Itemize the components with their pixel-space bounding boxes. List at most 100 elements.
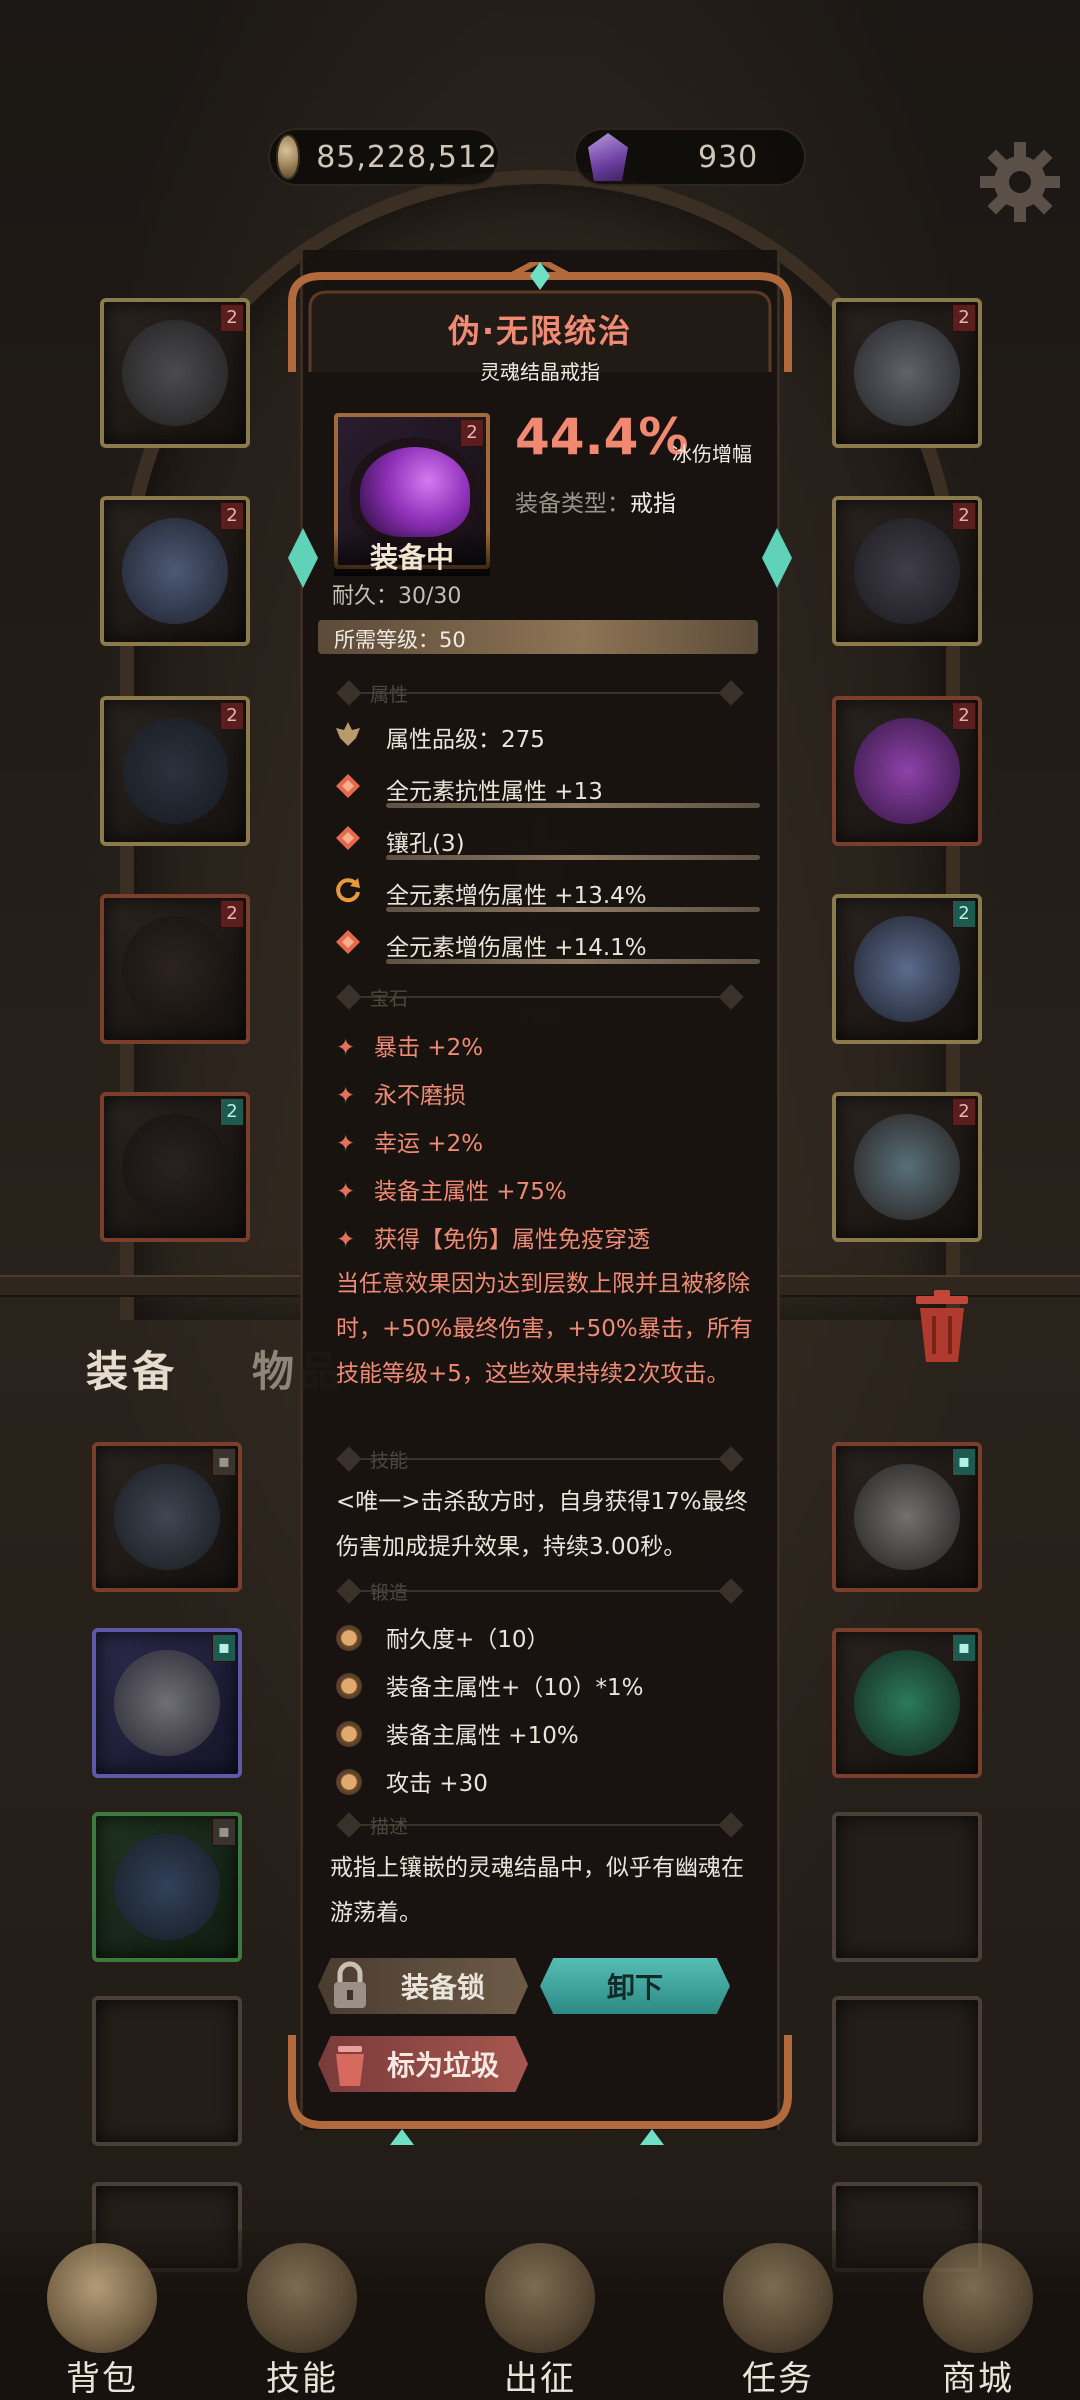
forge-dot-icon: [336, 1721, 362, 1747]
sparkle-icon: ✦: [336, 1035, 356, 1061]
skull-pendant-icon: [854, 320, 960, 426]
gem-effect: ✦ 装备主属性 +75%: [336, 1179, 567, 1205]
bone-belt-icon: [854, 518, 960, 624]
orange-diamond-icon: [336, 930, 360, 954]
equip-slot-armor[interactable]: 2: [100, 496, 250, 646]
gear-icon[interactable]: [978, 140, 1062, 224]
inventory-slot[interactable]: [832, 1812, 982, 1962]
equip-slot-pants[interactable]: 2: [100, 894, 250, 1044]
gem-counter: 930: [574, 128, 806, 186]
section-header-gems: 宝石: [330, 984, 750, 1010]
item-description: 戒指上镶嵌的灵魂结晶中，似乎有幽魂在游荡着。: [330, 1855, 744, 1926]
forge-bonus: 攻击 +30: [336, 1764, 488, 1798]
level-badge: 2: [220, 304, 244, 332]
trash-icon[interactable]: [912, 1290, 972, 1364]
level-badge: 2: [952, 1098, 976, 1126]
battle-sword-icon: [485, 2243, 595, 2353]
unequip-button[interactable]: 卸下: [540, 1958, 730, 2014]
bottom-nav: 背包 技能 出征 任务 商城: [0, 2230, 1080, 2400]
gauntlet-icon: [854, 1464, 960, 1570]
durability: 耐久：30/30: [332, 584, 462, 609]
nav-battle[interactable]: 出征: [460, 2243, 620, 2400]
top-bar: 85,228,512 930: [0, 128, 1080, 188]
gem-amount: 930: [698, 139, 759, 175]
inventory-slot[interactable]: [92, 1996, 242, 2146]
sparkle-icon: ✦: [336, 1179, 356, 1205]
forge-dot-icon: [336, 1673, 362, 1699]
orange-diamond-icon: [336, 826, 360, 850]
skill-book-icon: [247, 2243, 357, 2353]
item-type: 装备类型：戒指: [515, 484, 676, 518]
level-badge: 2: [220, 702, 244, 730]
level-badge: 2: [952, 702, 976, 730]
tab-equipment[interactable]: 装备: [86, 1338, 178, 1399]
sparkle-icon: ✦: [336, 1083, 356, 1109]
gem-set-effect: 当任意效果因为达到层数上限并且被移除时，+50%最终伤害，+50%暴击，所有技能…: [336, 1271, 753, 1387]
shop-crown-icon: [923, 2243, 1033, 2353]
level-badge: 2: [220, 900, 244, 928]
attribute-row: 全元素增伤属性 +13.4%: [330, 872, 760, 912]
nav-label: 背包: [66, 2359, 138, 2399]
section-header-attributes: 属性: [330, 680, 750, 706]
equip-slot-helmet[interactable]: 2: [100, 298, 250, 448]
lock-icon: ▪: [212, 1818, 236, 1846]
equip-slot-gloves[interactable]: 2: [100, 1092, 250, 1242]
forge-dot-icon: [336, 1625, 362, 1651]
nav-label: 出征: [504, 2359, 576, 2399]
skill-text: <唯一>击杀敌方时，自身获得17%最终伤害加成提升效果，持续3.00秒。: [336, 1489, 748, 1560]
lock-icon: ▪: [952, 1448, 976, 1476]
sparkle-icon: ✦: [336, 1131, 356, 1157]
inventory-slot[interactable]: ▪: [92, 1628, 242, 1778]
equip-slot-necklace[interactable]: 2: [832, 298, 982, 448]
purple-gem-icon: [588, 133, 628, 181]
attribute-row: 全元素抗性属性 +13: [330, 768, 760, 808]
tome-icon: [854, 1114, 960, 1220]
inventory-slot[interactable]: ▪: [832, 1442, 982, 1592]
coin-icon: [276, 134, 301, 180]
level-badge: 2: [220, 502, 244, 530]
attribute-row: 镶孔(3): [330, 820, 760, 860]
ice-blade-icon: [854, 916, 960, 1022]
item-name: 伪·无限统治: [447, 312, 633, 350]
gold-counter: 85,228,512: [268, 128, 500, 186]
crystal-ornament-icon: [762, 528, 792, 588]
orange-diamond-icon: [336, 774, 360, 798]
main-stat-name: 冰伤增幅: [672, 442, 752, 466]
crystal-ornament-icon: [288, 528, 318, 588]
lock-icon: ▪: [212, 1634, 236, 1662]
soul-ring-icon: [854, 718, 960, 824]
nav-shop[interactable]: 商城: [898, 2243, 1058, 2400]
inventory-slot[interactable]: [832, 1996, 982, 2146]
inventory-slot[interactable]: ▪: [92, 1812, 242, 1962]
boots-icon: [114, 1834, 220, 1940]
section-header-skill: 技能: [330, 1446, 750, 1472]
equipment-lock-button[interactable]: 装备锁: [318, 1958, 528, 2014]
equip-slot-ring[interactable]: 2: [832, 696, 982, 846]
equip-slot-belt[interactable]: 2: [832, 496, 982, 646]
nav-label: 商城: [942, 2359, 1014, 2399]
level-badge: 2: [460, 419, 484, 447]
quest-scroll-icon: [723, 2243, 833, 2353]
level-badge: 2: [220, 1098, 244, 1126]
backpack-icon: [47, 2243, 157, 2353]
lock-icon: [334, 1961, 366, 2008]
item-type-value: 戒指: [630, 491, 676, 517]
item-subtitle: 灵魂结晶戒指: [480, 360, 600, 384]
item-type-label: 装备类型：: [515, 491, 630, 517]
nav-quests[interactable]: 任务: [698, 2243, 858, 2400]
nav-skills[interactable]: 技能: [222, 2243, 382, 2400]
main-stat-value: 44.4%: [515, 408, 689, 466]
gem-effect: ✦ 获得【免伤】属性免疫穿透: [336, 1227, 650, 1253]
equip-slot-offhand[interactable]: 2: [100, 696, 250, 846]
amulet-icon: [854, 1650, 960, 1756]
popup-ornate-footer: [288, 2035, 792, 2145]
inventory-slot[interactable]: ▪: [92, 1442, 242, 1592]
equip-slot-weapon[interactable]: 2: [832, 894, 982, 1044]
equip-slot-tome[interactable]: 2: [832, 1092, 982, 1242]
level-badge: 2: [952, 502, 976, 530]
level-badge: 2: [952, 304, 976, 332]
forge-bonus: 装备主属性+（10）*1%: [336, 1668, 644, 1702]
pants-icon: [122, 916, 228, 1022]
nav-backpack[interactable]: 背包: [22, 2243, 182, 2400]
inventory-slot[interactable]: ▪: [832, 1628, 982, 1778]
